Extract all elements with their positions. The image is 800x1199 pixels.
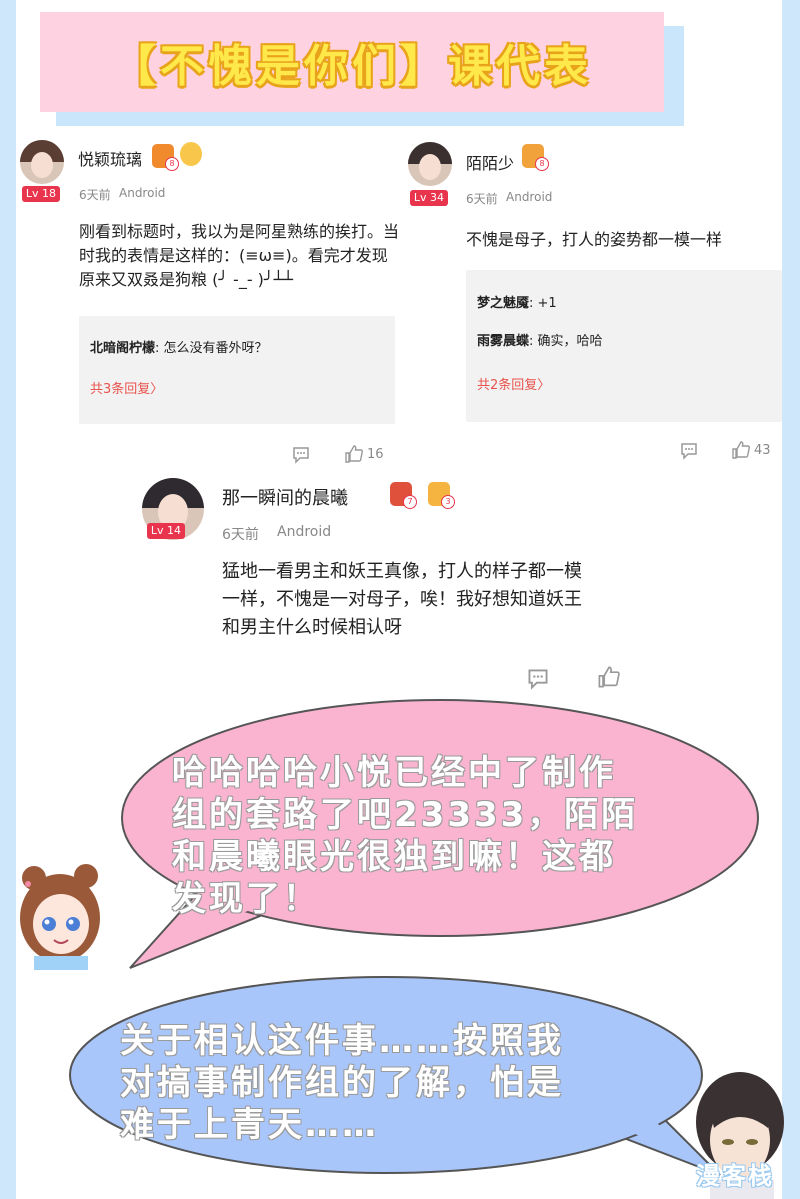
more-replies-link[interactable]: 共3条回复〉	[90, 378, 163, 397]
like-count: 43	[754, 443, 771, 458]
comment-platform: Android	[506, 190, 553, 204]
avatar[interactable]	[408, 142, 452, 186]
username[interactable]: 悦颖琉璃	[78, 146, 142, 170]
comment-platform: Android	[119, 186, 166, 200]
like-icon[interactable]	[597, 665, 621, 689]
level-badge: Lv 34	[410, 190, 448, 206]
books-icon: 7	[390, 482, 417, 509]
level-badge: Lv 18	[22, 186, 60, 202]
avatar[interactable]	[20, 140, 64, 184]
bubble-text: 关于相认这件事……按照我 对搞事制作组的了解，怕是 难于上青天……	[120, 1021, 564, 1145]
gamepad-icon: 8	[152, 144, 179, 171]
reply-item: 北暗阁柠檬: 怎么没有番外呀？	[90, 341, 268, 356]
comment-text: 刚看到标题时，我以为是阿星熟练的挨打。当 时我的表情是这样的：(≡ω≡)。看完才…	[79, 222, 400, 289]
replies-box	[79, 316, 395, 424]
like-icon[interactable]	[344, 444, 364, 464]
reply-item: 梦之魅魇: +1	[477, 296, 557, 311]
title-banner: 【不愧是你们】课代表	[40, 12, 664, 112]
reply-item: 雨雾晨蝶: 确实，哈哈	[477, 334, 603, 349]
reply-icon[interactable]	[527, 668, 549, 690]
trophy-icon: 3	[428, 482, 455, 509]
watermark: 漫客栈	[696, 1162, 774, 1190]
comment-text: 猛地一看男主和妖王真像，打人的样子都一模 一样，不愧是一对母子，唉！我好想知道妖…	[222, 561, 582, 638]
username[interactable]: 那一瞬间的晨曦	[222, 484, 348, 510]
more-replies-link[interactable]: 共2条回复〉	[477, 374, 550, 393]
medal-icon	[180, 142, 202, 166]
username[interactable]: 陌陌少	[466, 150, 514, 174]
page-title: 【不愧是你们】课代表	[112, 41, 592, 92]
reply-icon[interactable]	[292, 446, 310, 464]
girl-character-illustration	[16, 862, 102, 970]
comment-time: 6天前	[466, 192, 498, 206]
comment-time: 6天前	[222, 527, 259, 543]
like-icon[interactable]	[731, 440, 751, 460]
comment-platform: Android	[277, 524, 332, 540]
gift-icon: 8	[522, 144, 549, 171]
bubble-text: 哈哈哈哈小悦已经中了制作 组的套路了吧23333，陌陌 和晨曦眼光很独到嘛！这都…	[172, 753, 639, 919]
reply-icon[interactable]	[680, 442, 698, 460]
like-count: 16	[367, 447, 384, 462]
comment-time: 6天前	[79, 188, 111, 202]
comment-text: 不愧是母子，打人的姿势都一模一样	[466, 230, 723, 249]
level-badge: Lv 14	[147, 523, 185, 539]
